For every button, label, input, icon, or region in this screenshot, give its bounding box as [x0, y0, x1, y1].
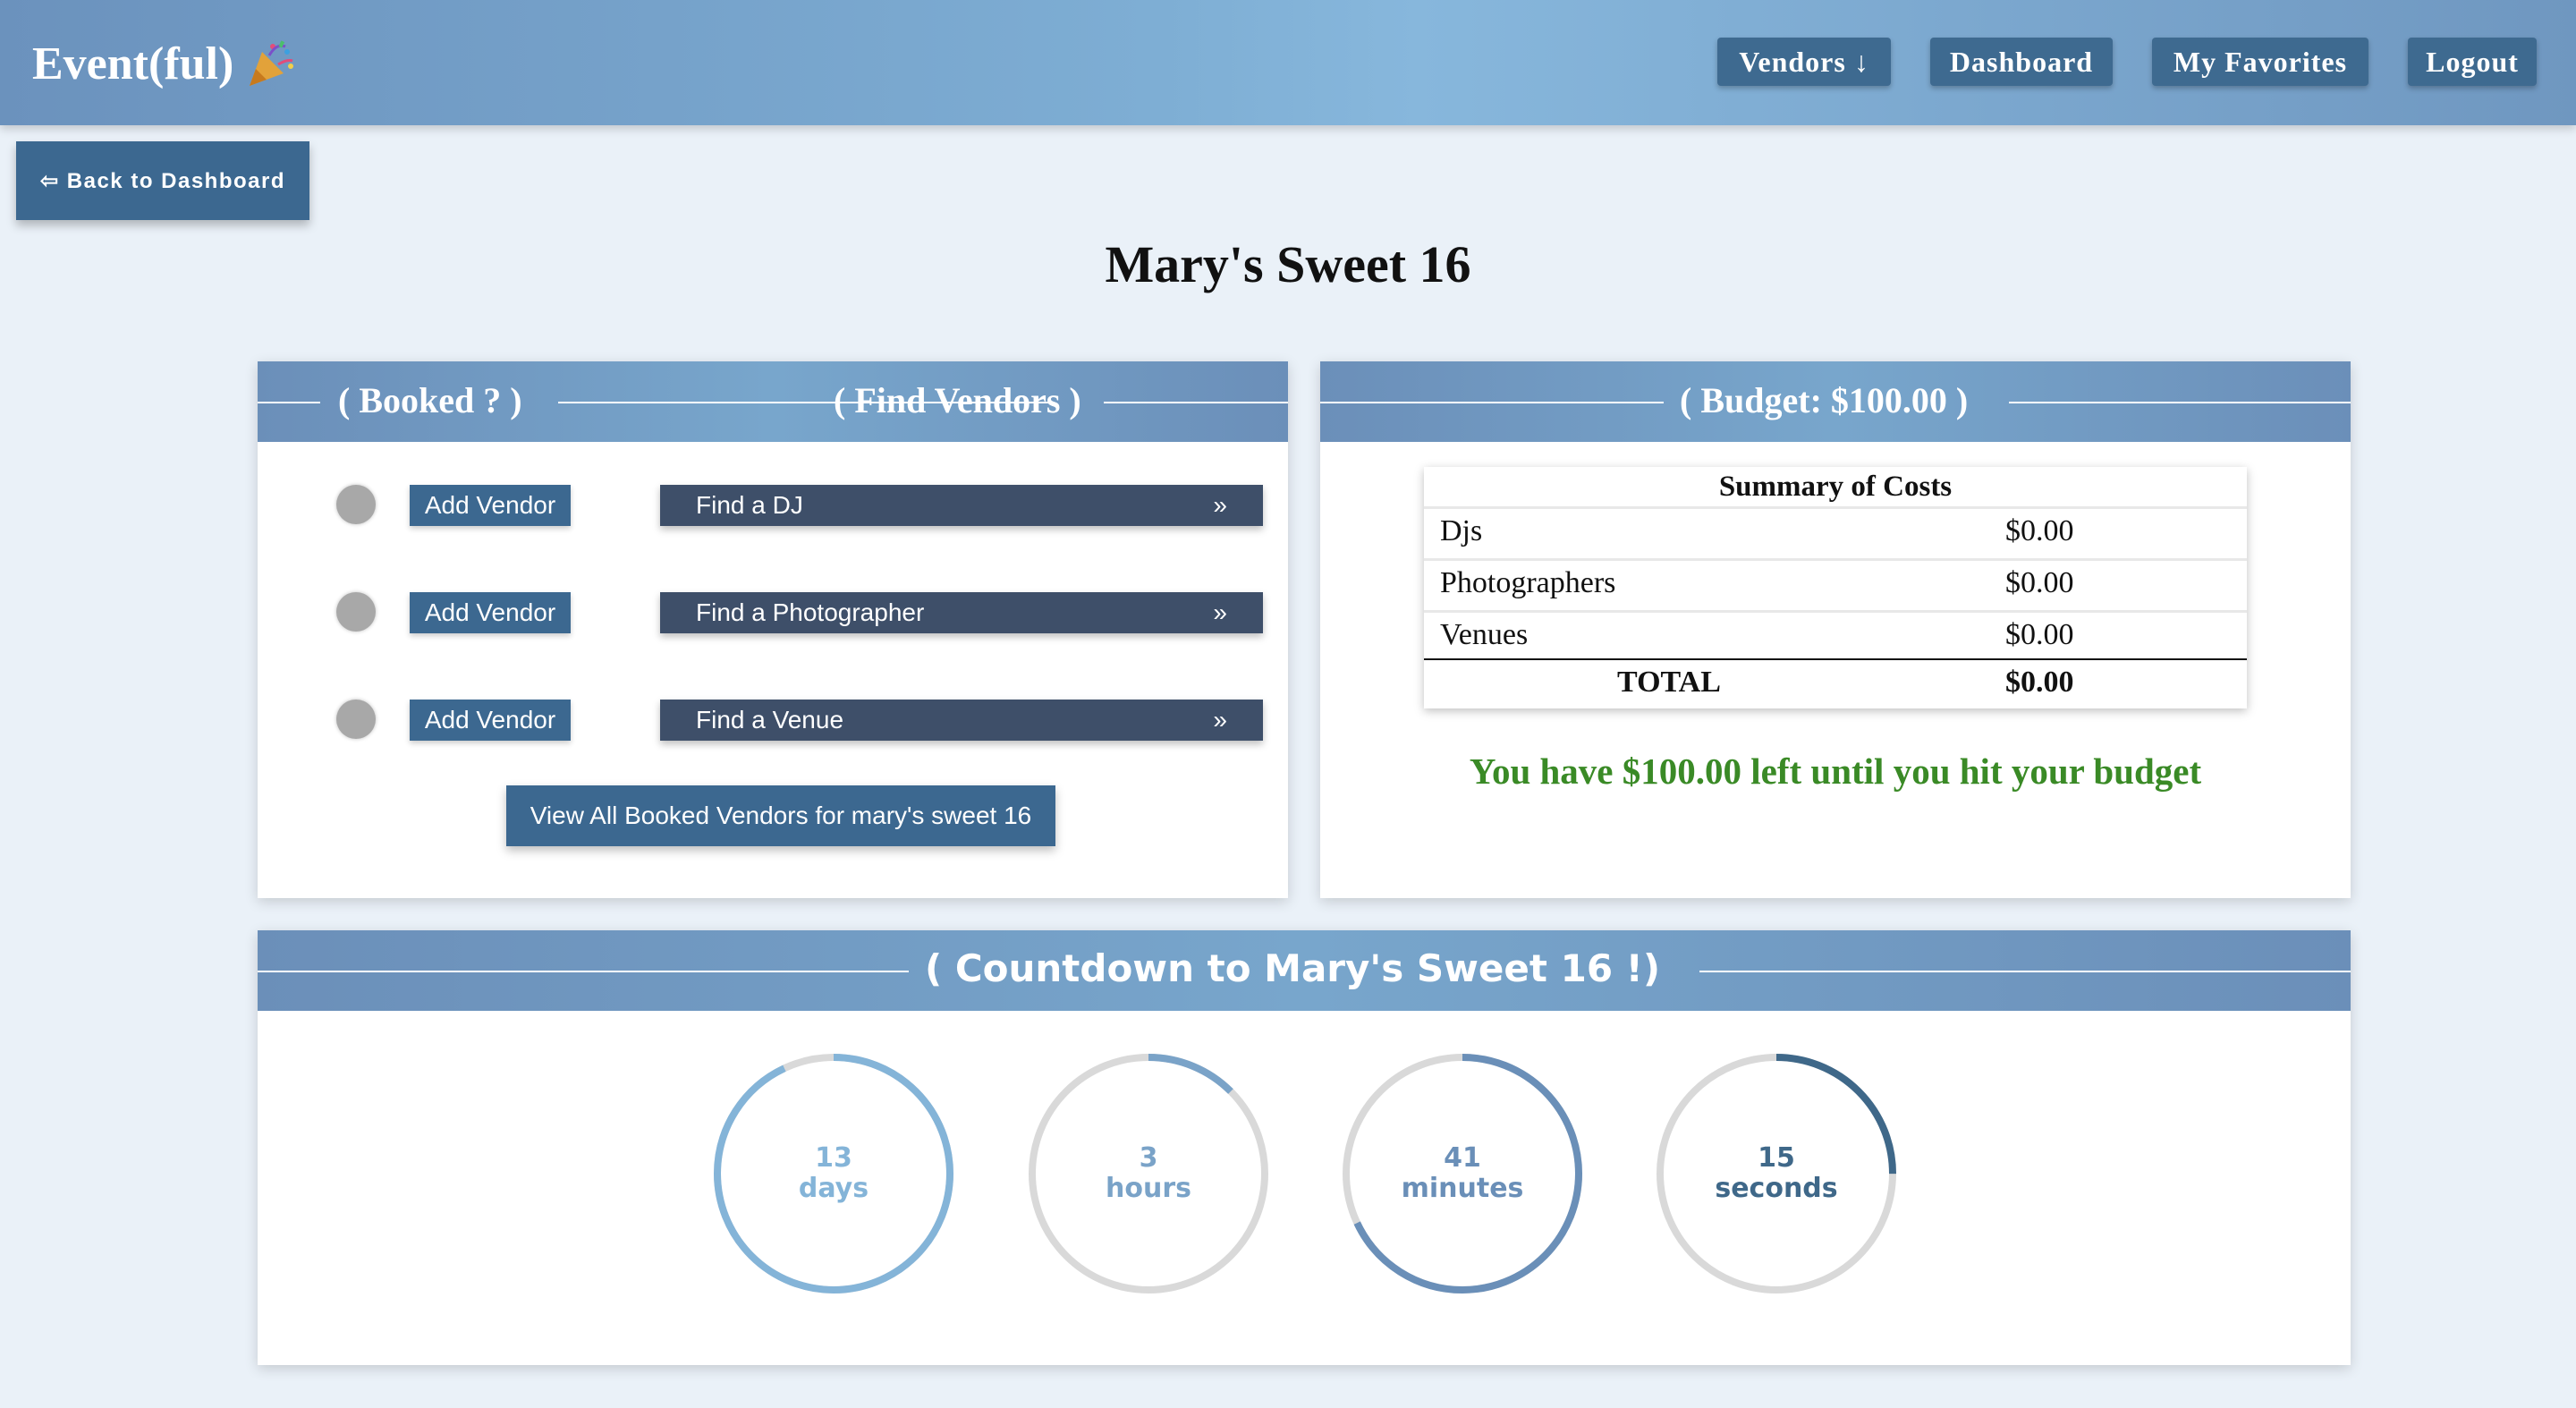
find-dj-label: Find a DJ: [696, 491, 803, 519]
countdown-ring-days: 13 days: [710, 1050, 957, 1297]
add-vendor-dj-button[interactable]: Add Vendor: [410, 485, 571, 526]
add-vendor-photographer-button[interactable]: Add Vendor: [410, 592, 571, 633]
find-venue-label: Find a Venue: [696, 706, 844, 734]
total-label: TOTAL: [1617, 666, 1721, 699]
nav-dashboard[interactable]: Dashboard: [1930, 38, 2113, 86]
cost-name: Venues: [1440, 618, 1529, 651]
cost-value: $0.00: [2005, 566, 2074, 599]
back-to-dashboard-button[interactable]: ⇦ Back to Dashboard: [16, 141, 309, 220]
countdown-text: 3 hours: [1025, 1050, 1272, 1297]
countdown-card-header: ( Countdown to Mary's Sweet 16 !): [258, 930, 2351, 1011]
budget-card-header: ( Budget: $100.00 ): [1320, 361, 2351, 442]
find-photographer-label: Find a Photographer: [696, 598, 925, 626]
nav-vendors-dropdown[interactable]: Vendors ↓: [1717, 38, 1891, 86]
countdown-value: 13: [815, 1142, 852, 1174]
cost-name: Djs: [1440, 514, 1483, 547]
table-row: Photographers $0.00: [1424, 558, 2247, 611]
countdown-value: 15: [1758, 1142, 1795, 1174]
find-vendors-heading: ( Find Vendors ): [834, 380, 1081, 420]
header-divider: [1320, 402, 1664, 403]
countdown-unit-label: days: [798, 1173, 869, 1204]
summary-of-costs-table: Summary of Costs Djs $0.00 Photographers…: [1424, 467, 2247, 708]
add-vendor-venue-button[interactable]: Add Vendor: [410, 700, 571, 741]
header-divider: [2009, 402, 2351, 403]
cost-name: Photographers: [1440, 566, 1616, 599]
countdown-text: 15 seconds: [1653, 1050, 1900, 1297]
brand-name: Event(ful): [32, 38, 234, 89]
header-divider: [1699, 971, 2351, 972]
countdown-ring-hours: 3 hours: [1025, 1050, 1272, 1297]
countdown-text: 13 days: [710, 1050, 957, 1297]
countdown-text: 41 minutes: [1339, 1050, 1586, 1297]
cost-value: $0.00: [2005, 514, 2074, 547]
countdown-unit-label: minutes: [1401, 1173, 1524, 1204]
countdown-unit-label: hours: [1106, 1173, 1191, 1204]
header-divider: [258, 402, 320, 403]
cost-value: $0.00: [2005, 618, 2074, 651]
countdown-ring-seconds: 15 seconds: [1653, 1050, 1900, 1297]
booked-status-venue[interactable]: [336, 700, 376, 739]
table-caption: Summary of Costs: [1718, 471, 1953, 503]
double-chevron-right-icon: »: [1213, 491, 1227, 519]
view-all-booked-vendors-button[interactable]: View All Booked Vendors for mary's sweet…: [506, 785, 1055, 846]
booked-status-dj[interactable]: [336, 485, 376, 524]
find-dj-button[interactable]: Find a DJ »: [660, 485, 1263, 526]
budget-remaining-message: You have $100.00 left until you hit your…: [1469, 751, 2202, 792]
nav-logout[interactable]: Logout: [2408, 38, 2537, 86]
countdown-ring-minutes: 41 minutes: [1339, 1050, 1586, 1297]
total-value: $0.00: [2005, 666, 2074, 699]
countdown-value: 41: [1444, 1142, 1481, 1174]
header-divider: [1104, 402, 1288, 403]
total-row: TOTAL $0.00: [1424, 658, 2247, 710]
booked-status-photographer[interactable]: [336, 592, 376, 632]
countdown-unit-label: seconds: [1715, 1173, 1838, 1204]
double-chevron-right-icon: »: [1213, 598, 1227, 626]
double-chevron-right-icon: »: [1213, 706, 1227, 734]
brand[interactable]: Event(ful): [32, 38, 296, 90]
table-row: Djs $0.00: [1424, 506, 2247, 559]
countdown-value: 3: [1139, 1142, 1158, 1174]
budget-heading: ( Budget: $100.00 ): [1680, 380, 1969, 420]
nav-my-favorites[interactable]: My Favorites: [2152, 38, 2368, 86]
vendors-card-header: ( Booked ? ) ( Find Vendors ): [258, 361, 1288, 442]
find-venue-button[interactable]: Find a Venue »: [660, 700, 1263, 741]
countdown-card: ( Countdown to Mary's Sweet 16 !): [258, 930, 2351, 1365]
find-photographer-button[interactable]: Find a Photographer »: [660, 592, 1263, 633]
party-popper-icon: [246, 39, 296, 89]
booked-heading: ( Booked ? ): [338, 380, 522, 420]
top-navbar: Event(ful) Vendors ↓ Dashboard My Favori…: [0, 0, 2576, 125]
countdown-heading: ( Countdown to Mary's Sweet 16 !): [925, 946, 1661, 990]
header-divider: [258, 971, 909, 972]
page-title: Mary's Sweet 16: [1105, 235, 1471, 293]
table-row: Venues $0.00: [1424, 610, 2247, 663]
